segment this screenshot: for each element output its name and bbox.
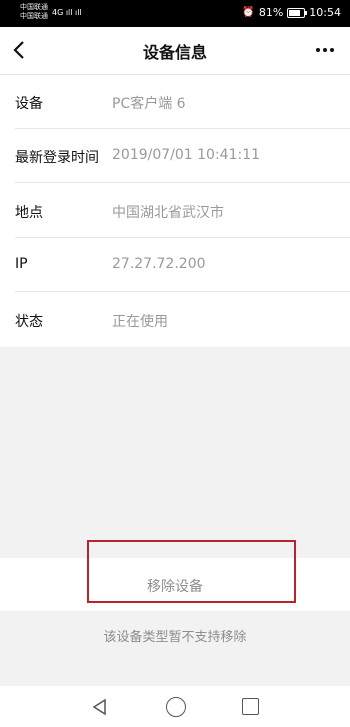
info-row-ip: IP 27.27.72.200 bbox=[0, 238, 350, 292]
divider bbox=[15, 291, 350, 292]
info-row-device: 设备 PC客户端 6 bbox=[0, 75, 350, 129]
info-value: PC客户端 6 bbox=[112, 96, 186, 112]
info-label: 状态 bbox=[15, 314, 43, 330]
info-row-last-login: 最新登录时间 2019/07/01 10:41:11 bbox=[0, 129, 350, 183]
carrier-labels: 中国联通 中国联通 bbox=[20, 3, 48, 21]
info-value: 正在使用 bbox=[112, 314, 168, 330]
carrier-1: 中国联通 bbox=[20, 3, 48, 11]
more-dots-icon[interactable] bbox=[310, 35, 340, 65]
system-nav-bar bbox=[0, 686, 350, 727]
carrier-2: 中国联通 bbox=[20, 12, 48, 20]
info-row-location: 地点 中国湖北省武汉市 bbox=[0, 184, 350, 238]
device-info-list: 设备 PC客户端 6 最新登录时间 2019/07/01 10:41:11 地点… bbox=[0, 75, 350, 347]
info-label: IP bbox=[15, 256, 28, 272]
info-value: 27.27.72.200 bbox=[112, 256, 206, 272]
triangle-back-icon[interactable] bbox=[90, 697, 110, 717]
info-label: 地点 bbox=[15, 205, 43, 221]
square-recents-icon[interactable] bbox=[242, 698, 259, 715]
divider bbox=[15, 182, 350, 183]
info-label: 设备 bbox=[15, 96, 43, 112]
circle-home-icon[interactable] bbox=[166, 697, 186, 717]
info-value: 2019/07/01 10:41:11 bbox=[112, 147, 261, 163]
page-title: 设备信息 bbox=[142, 43, 207, 62]
battery-icon bbox=[287, 7, 308, 18]
info-value: 中国湖北省武汉市 bbox=[112, 205, 224, 221]
battery-percent: 81% bbox=[258, 6, 284, 19]
clock: 10:54 bbox=[309, 6, 341, 19]
info-label: 最新登录时间 bbox=[15, 150, 99, 166]
title-bar: 设备信息 bbox=[0, 27, 350, 75]
alarm-icon: ⏰ bbox=[242, 7, 255, 18]
status-right: ⏰ 81% 10:54 bbox=[242, 6, 341, 19]
highlight-box bbox=[87, 540, 296, 603]
status-bar: 中国联通 中国联通 4G ıll ıll ⏰ 81% 10:54 bbox=[0, 0, 350, 27]
signal-icon: 4G ıll ıll bbox=[52, 8, 82, 17]
remove-unsupported-note: 该设备类型暂不支持移除 bbox=[103, 630, 247, 645]
info-row-status: 状态 正在使用 bbox=[0, 293, 350, 347]
